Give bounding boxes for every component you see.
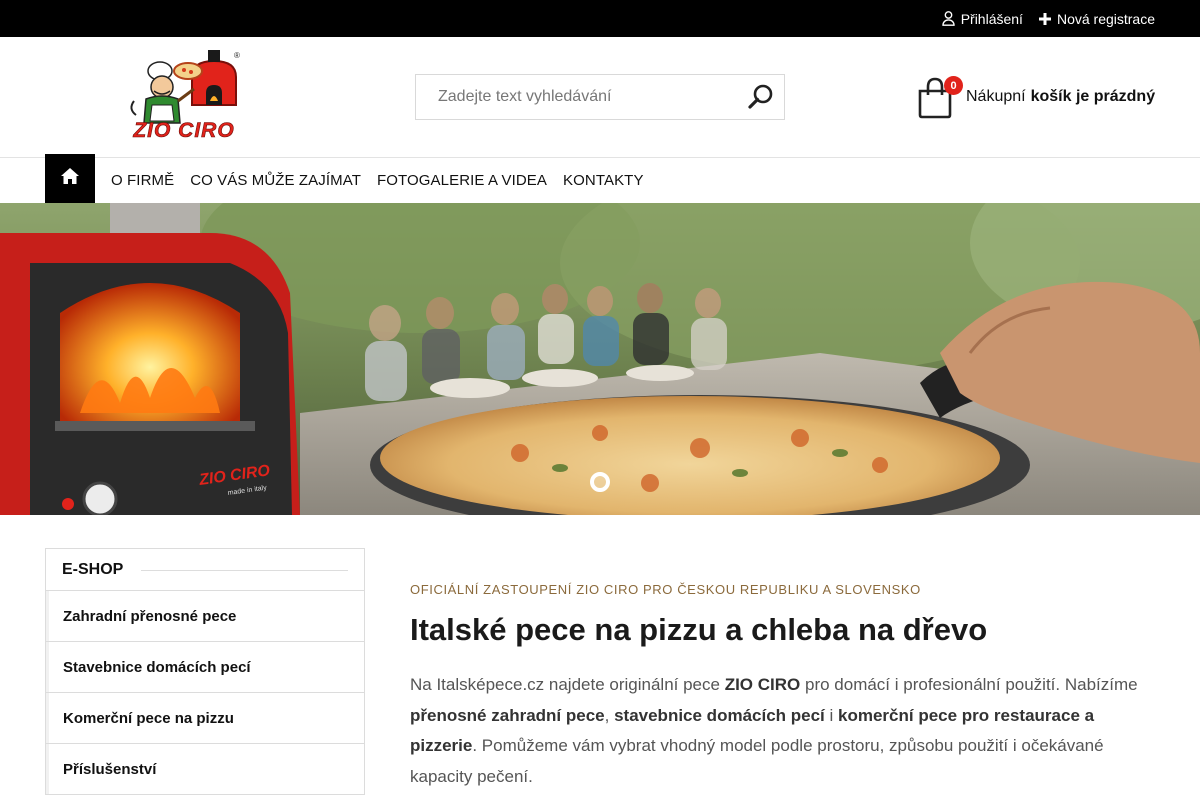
- nav-item-kontakty[interactable]: KONTAKTY: [555, 172, 652, 189]
- account-links: Přihlášení Nová registrace: [941, 0, 1155, 37]
- intro-text-1: Na Italsképece.cz najdete originální pec…: [410, 675, 725, 695]
- intro-highlight-kits: stavebnice domácích pecí: [614, 705, 825, 725]
- register-label: Nová registrace: [1056, 10, 1155, 27]
- intro-highlight-portable: přenosné zahradní pece: [410, 705, 605, 725]
- cart-text: Nákupní košík je prázdný: [966, 88, 1155, 106]
- page-title: Italské pece na pizzu a chleba na dřevo: [410, 612, 988, 647]
- intro-text-2: pro domácí i profesionální použití. Nabí…: [800, 675, 1138, 695]
- nav-item-co-vas-muze-zajimat[interactable]: CO VÁS MŮŽE ZAJÍMAT: [182, 172, 369, 189]
- home-button[interactable]: [45, 154, 95, 203]
- sidebar-title-rule: [141, 570, 348, 571]
- search-box: [415, 74, 785, 120]
- hero-slider: ZIO CIRO made in italy: [0, 203, 1200, 515]
- intro-paragraph: Na Italsképece.cz najdete originální pec…: [410, 670, 1155, 792]
- top-bar: Přihlášení Nová registrace: [0, 0, 1200, 37]
- search-icon: [746, 84, 776, 116]
- cart-count-badge: 0: [944, 76, 963, 95]
- login-link[interactable]: Přihlášení: [941, 10, 1023, 27]
- register-link[interactable]: Nová registrace: [1038, 10, 1155, 27]
- site-header: ® ZIO CIRO 0 Nákupníkošík je prázdný: [0, 37, 1200, 158]
- home-icon: [61, 168, 79, 189]
- cart-label: Nákupní: [966, 88, 1026, 105]
- sidebar-item-prislusenstvi[interactable]: Příslušenství: [46, 743, 364, 794]
- sidebar-item-zahradni-pece[interactable]: Zahradní přenosné pece: [46, 590, 364, 641]
- section-eyebrow: OFICIÁLNÍ ZASTOUPENÍ ZIO CIRO PRO ČESKOU…: [410, 582, 921, 597]
- slider-dot-active[interactable]: [590, 472, 610, 492]
- logo-wordmark: ZIO CIRO: [133, 119, 235, 143]
- cart-status: košík je prázdný: [1030, 88, 1156, 105]
- nav-items: O FIRMĚ CO VÁS MŮŽE ZAJÍMAT FOTOGALERIE …: [103, 158, 652, 203]
- nav-item-o-firme[interactable]: O FIRMĚ: [103, 172, 182, 189]
- main-navigation: O FIRMĚ CO VÁS MŮŽE ZAJÍMAT FOTOGALERIE …: [0, 154, 1200, 203]
- intro-text-5: . Pomůžeme vám vybrat vhodný model podle…: [410, 736, 1104, 786]
- search-input[interactable]: [416, 75, 736, 119]
- sidebar-title: E-SHOP: [62, 560, 124, 578]
- search-button[interactable]: [746, 82, 776, 112]
- hero-image: ZIO CIRO made in italy: [0, 203, 1200, 515]
- plus-icon: [1038, 12, 1051, 25]
- intro-text-3: ,: [604, 705, 615, 725]
- svg-text:®: ®: [234, 51, 240, 60]
- nav-item-fotogalerie[interactable]: FOTOGALERIE A VIDEA: [369, 172, 555, 189]
- login-label: Přihlášení: [960, 10, 1023, 27]
- sidebar-item-stavebnice[interactable]: Stavebnice domácích pecí: [46, 641, 364, 692]
- cart-widget[interactable]: 0 Nákupní košík je prázdný: [916, 75, 1155, 119]
- sidebar-header: E-SHOP: [46, 549, 364, 590]
- intro-brand: ZIO CIRO: [724, 675, 801, 695]
- sidebar-item-komercni-pece[interactable]: Komerční pece na pizzu: [46, 692, 364, 743]
- user-icon: [941, 11, 955, 26]
- shopping-bag-icon: 0: [916, 75, 963, 119]
- intro-text-4: i: [824, 705, 839, 725]
- eshop-sidebar: E-SHOP Zahradní přenosné pece Stavebnice…: [45, 548, 365, 795]
- main-content: OFICIÁLNÍ ZASTOUPENÍ ZIO CIRO PRO ČESKOU…: [410, 582, 1155, 793]
- zio-ciro-logo[interactable]: ® ZIO CIRO: [124, 49, 242, 145]
